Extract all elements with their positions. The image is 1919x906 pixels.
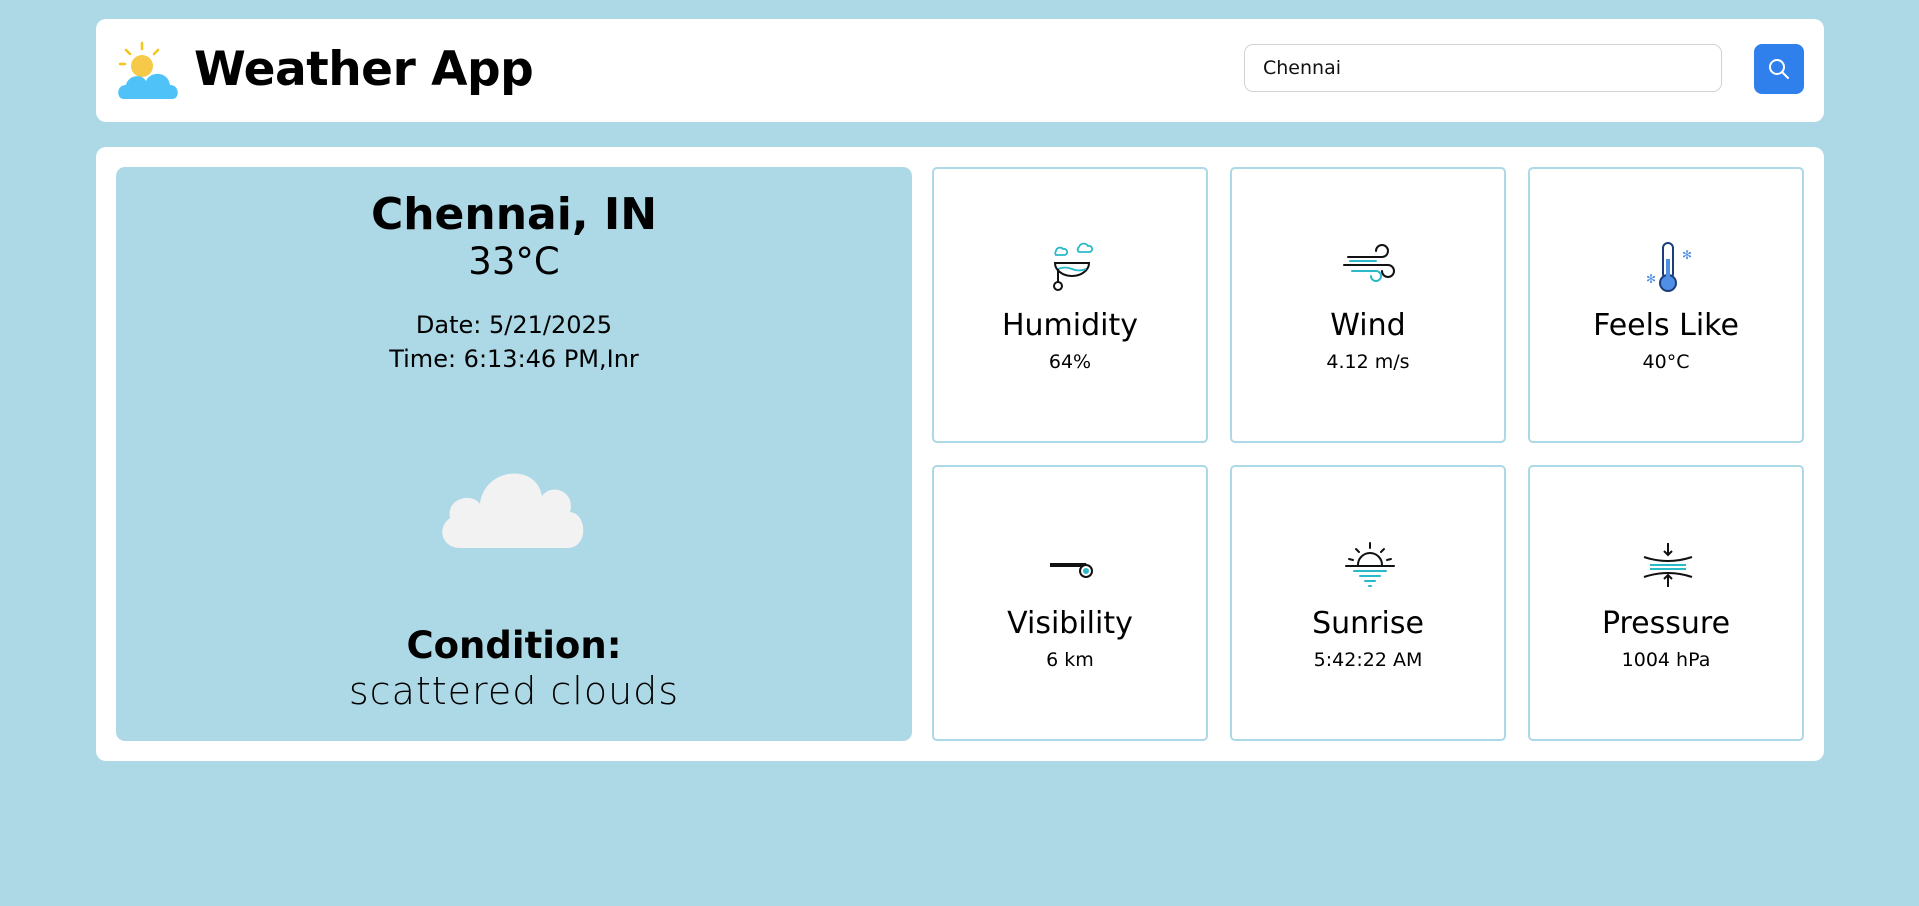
humidity-label: Humidity (1001, 308, 1139, 343)
pressure-icon (1643, 543, 1693, 587)
weather-panel: Chennai, IN 33°C Date: 5/21/2025 Time: 6… (96, 147, 1824, 761)
humidity-icon (1053, 242, 1094, 291)
pressure-label: Pressure (1601, 606, 1731, 641)
city-name: Chennai, IN (370, 189, 658, 240)
cloud-icon (442, 473, 584, 548)
header-bar: Weather App (96, 19, 1824, 122)
feels-like-label: Feels Like (1593, 308, 1739, 343)
visibility-card: Visibility 6 km (932, 465, 1208, 741)
sun-cloud-icon (118, 41, 178, 99)
feels-like-value: 40°C (1642, 351, 1690, 373)
thermometer-icon: ✻ ✻ (1646, 242, 1692, 292)
current-temperature: 33°C (468, 240, 560, 283)
sunrise-icon (1345, 542, 1395, 587)
current-time: Time: 6:13:46 PM,Inr (389, 345, 639, 373)
wind-icon (1343, 244, 1395, 282)
svg-text:✻: ✻ (1682, 248, 1692, 262)
visibility-value: 6 km (1046, 649, 1094, 671)
humidity-value: 64% (1048, 351, 1092, 373)
search-input[interactable] (1244, 44, 1722, 92)
feels-like-card: ✻ ✻ Feels Like 40°C (1528, 167, 1804, 443)
sunrise-card: Sunrise 5:42:22 AM (1230, 465, 1506, 741)
search-button[interactable] (1754, 44, 1804, 94)
visibility-icon (1050, 563, 1093, 578)
wind-label: Wind (1330, 308, 1406, 343)
current-date: Date: 5/21/2025 (415, 311, 613, 339)
current-weather-card: Chennai, IN 33°C Date: 5/21/2025 Time: 6… (116, 167, 912, 741)
pressure-value: 1004 hPa (1621, 649, 1711, 671)
condition-label: Condition: (406, 624, 622, 667)
search-icon (1769, 59, 1789, 79)
humidity-card: Humidity 64% (932, 167, 1208, 443)
app-title: Weather App (194, 42, 534, 97)
wind-card: Wind 4.12 m/s (1230, 167, 1506, 443)
wind-value: 4.12 m/s (1326, 351, 1410, 373)
condition-value: scattered clouds (348, 669, 680, 713)
svg-text:✻: ✻ (1646, 272, 1656, 286)
visibility-label: Visibility (1007, 606, 1133, 641)
sunrise-value: 5:42:22 AM (1313, 649, 1423, 671)
sunrise-label: Sunrise (1312, 606, 1424, 641)
pressure-card: Pressure 1004 hPa (1528, 465, 1804, 741)
